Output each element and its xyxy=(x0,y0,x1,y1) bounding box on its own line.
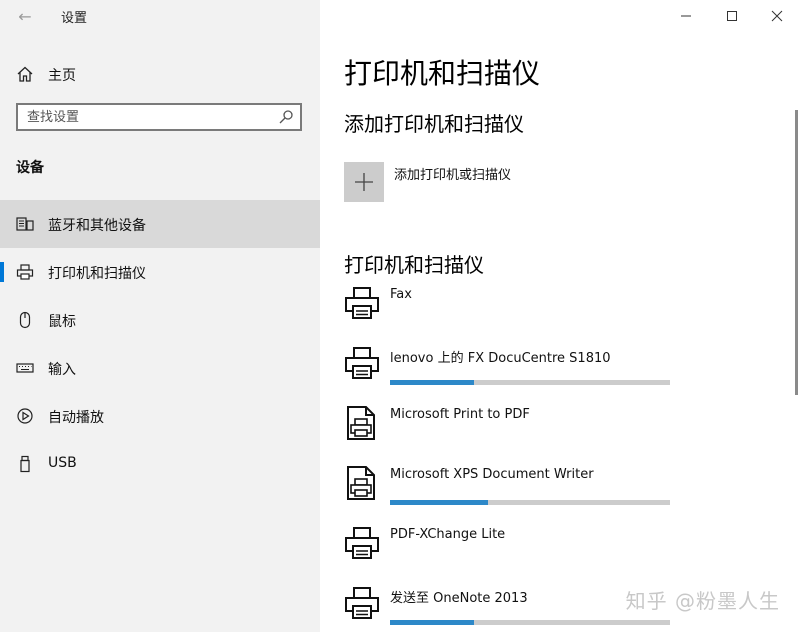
sidebar-item-mouse[interactable]: 鼠标 xyxy=(0,296,320,344)
minimize-icon[interactable] xyxy=(672,6,700,26)
home-nav-item[interactable]: 主页 xyxy=(0,60,320,88)
device-progress-fill xyxy=(390,500,488,505)
device-name: lenovo 上的 FX DocuCentre S1810 xyxy=(390,351,611,366)
usb-icon xyxy=(20,455,30,473)
sidebar-item-label: 鼠标 xyxy=(48,314,76,330)
sidebar-item-label: USB xyxy=(48,455,77,471)
device-item[interactable]: lenovo 上的 FX DocuCentre S1810 xyxy=(344,345,764,401)
keyboard-devices-icon xyxy=(16,217,34,231)
search-input[interactable] xyxy=(27,108,267,126)
plus-icon xyxy=(355,173,373,191)
search-box[interactable] xyxy=(16,103,302,131)
device-name: Fax xyxy=(390,287,412,302)
add-section-title: 添加打印机和扫描仪 xyxy=(344,112,524,136)
scrollbar[interactable] xyxy=(795,110,798,395)
device-item[interactable]: Microsoft XPS Document Writer xyxy=(344,465,764,521)
device-name: Microsoft Print to PDF xyxy=(390,407,530,422)
home-label: 主页 xyxy=(48,68,76,84)
add-printer-label[interactable]: 添加打印机或扫描仪 xyxy=(394,164,511,183)
device-progress-bar xyxy=(390,620,670,625)
document-printer-icon xyxy=(347,406,375,440)
home-icon xyxy=(17,66,33,82)
sidebar-item-label: 蓝牙和其他设备 xyxy=(48,218,146,234)
sidebar-item-label: 打印机和扫描仪 xyxy=(48,266,146,282)
printer-icon xyxy=(345,527,379,559)
sidebar-item-label: 输入 xyxy=(48,362,76,378)
device-name: Microsoft XPS Document Writer xyxy=(390,467,594,482)
main-content: 打印机和扫描仪 添加打印机和扫描仪 添加打印机或扫描仪 打印机和扫描仪 Fax … xyxy=(320,0,800,632)
mouse-icon xyxy=(19,311,31,329)
device-progress-bar xyxy=(390,500,670,505)
printer-icon xyxy=(16,264,34,280)
section-title-devices: 设备 xyxy=(16,160,44,176)
window-title: 设置 xyxy=(61,11,88,26)
printer-icon xyxy=(345,587,379,619)
watermark: 知乎 @粉墨人生 xyxy=(625,589,780,613)
document-printer-icon xyxy=(347,466,375,500)
printer-icon xyxy=(345,287,379,319)
sidebar: ← 设置 主页 设备 蓝牙和其他设备 打印机和扫描仪 xyxy=(0,0,320,632)
close-icon[interactable] xyxy=(763,6,791,26)
device-progress-bar xyxy=(390,380,670,385)
sidebar-item-printers[interactable]: 打印机和扫描仪 xyxy=(0,248,320,296)
sidebar-item-label: 自动播放 xyxy=(48,410,104,426)
keyboard-icon xyxy=(16,363,34,373)
autoplay-icon xyxy=(17,408,33,424)
device-name: 发送至 OneNote 2013 xyxy=(390,591,528,606)
active-indicator xyxy=(0,262,4,282)
search-icon[interactable] xyxy=(278,109,294,125)
maximize-icon[interactable] xyxy=(718,6,746,26)
back-arrow-icon[interactable]: ← xyxy=(14,6,36,28)
device-progress-fill xyxy=(390,380,474,385)
sidebar-item-typing[interactable]: 输入 xyxy=(0,344,320,392)
sidebar-item-usb[interactable]: USB xyxy=(0,440,320,488)
page-title: 打印机和扫描仪 xyxy=(344,57,541,90)
add-printer-button[interactable] xyxy=(344,162,384,202)
sidebar-item-autoplay[interactable]: 自动播放 xyxy=(0,392,320,440)
device-item[interactable]: Microsoft Print to PDF xyxy=(344,405,764,461)
device-progress-fill xyxy=(390,620,474,625)
printer-icon xyxy=(345,347,379,379)
sidebar-item-bluetooth[interactable]: 蓝牙和其他设备 xyxy=(0,200,320,248)
device-item[interactable]: PDF-XChange Lite xyxy=(344,525,764,581)
printers-section-title: 打印机和扫描仪 xyxy=(344,253,484,277)
device-item[interactable]: Fax xyxy=(344,285,764,341)
device-name: PDF-XChange Lite xyxy=(390,527,506,542)
